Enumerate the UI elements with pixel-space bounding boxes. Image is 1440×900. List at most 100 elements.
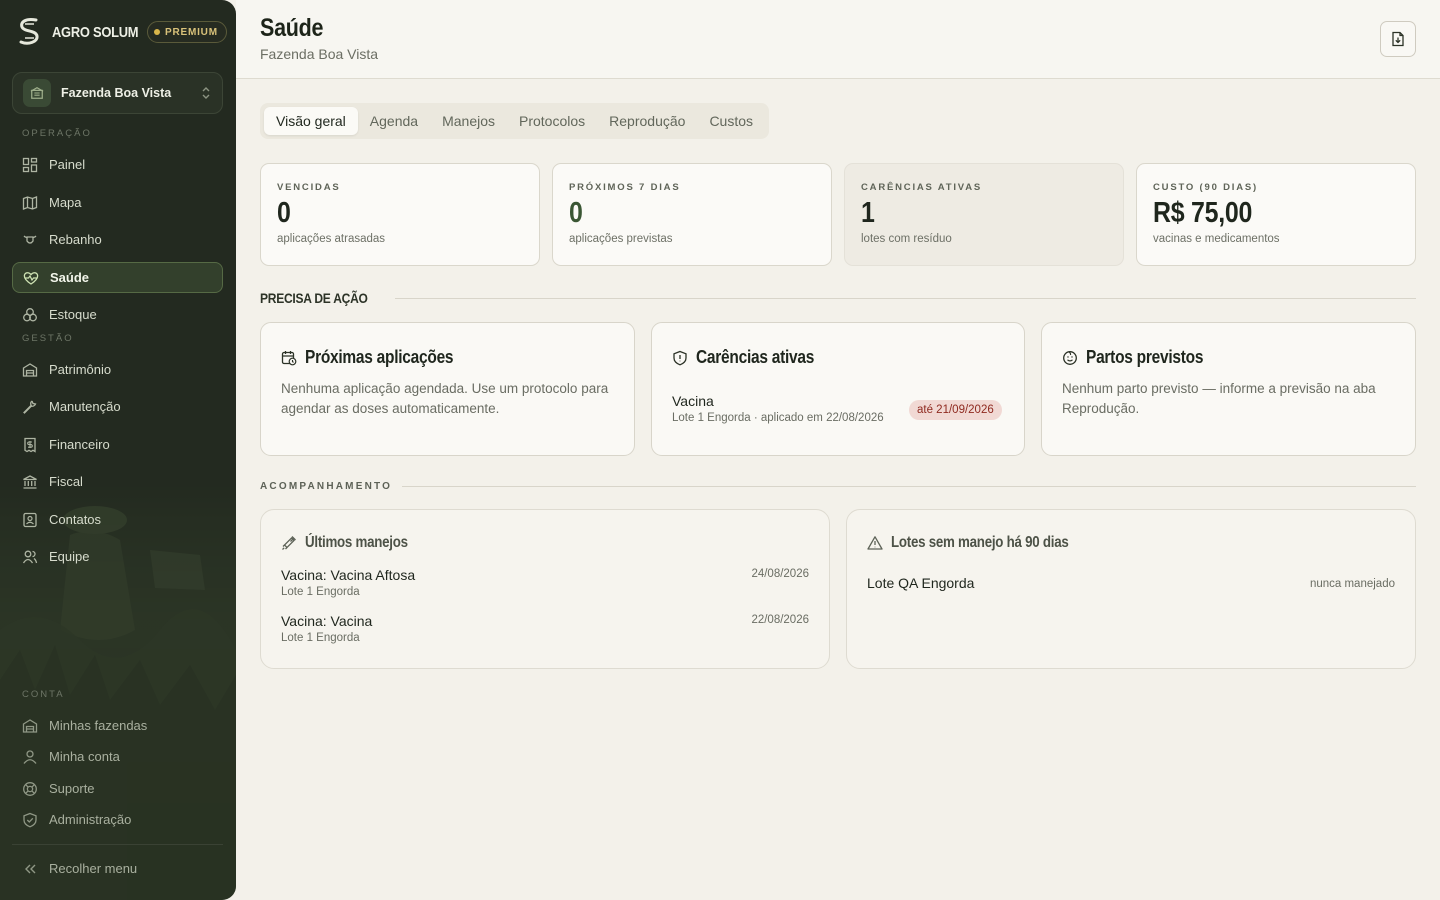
collapse-menu-label: Recolher menu (49, 861, 138, 876)
farm-selector-label: Fazenda Boa Vista (61, 86, 172, 100)
nav-item-minha-conta[interactable]: Minha conta (12, 741, 223, 772)
nav-item-minhas-fazendas[interactable]: Minhas fazendas (12, 710, 223, 741)
card-lotes-sem-manejo: Lotes sem manejo há 90 dias Lote QA Engo… (846, 509, 1416, 669)
section-divider (402, 486, 1416, 487)
manejo-name: Vacina: Vacina Aftosa (281, 567, 416, 583)
nav-label-fiscal: Fiscal (49, 474, 83, 489)
nav-label-equipe: Equipe (49, 549, 90, 564)
carencia-item[interactable]: Vacina Lote 1 Engorda · aplicado em 22/0… (672, 393, 884, 424)
nav-label-suporte: Suporte (49, 781, 95, 796)
stat-value: 0 (569, 197, 583, 229)
nav-item-rebanho[interactable]: Rebanho (12, 224, 223, 255)
nav-item-fiscal[interactable]: Fiscal (12, 466, 223, 497)
farm-selector[interactable]: Fazenda Boa Vista (12, 72, 223, 114)
stat-desc: lotes com resíduo (861, 233, 952, 245)
carencia-item-sub: Lote 1 Engorda · aplicado em 22/08/2026 (672, 412, 884, 424)
sidebar: AGRO SOLUM PREMIUM Fazenda Boa Vista OPE… (0, 0, 236, 900)
lote-status: nunca manejado (1309, 578, 1395, 590)
manejo-row[interactable]: Vacina: Vacina Lote 1 Engorda (281, 613, 372, 644)
card-title: Lotes sem manejo há 90 dias (891, 534, 1069, 551)
tab-custos[interactable]: Custos (697, 107, 765, 135)
chevron-up-down-icon (202, 87, 210, 99)
nav-label-contatos: Contatos (49, 512, 102, 527)
tab-bar: Visão geral Agenda Manejos Protocolos Re… (260, 103, 770, 139)
tab-manejos[interactable]: Manejos (430, 107, 507, 135)
map-icon (22, 195, 38, 210)
nav-label-mapa: Mapa (49, 195, 82, 210)
nav-item-patrimonio[interactable]: Patrimônio (12, 354, 223, 385)
stat-value: R$ 75,00 (1153, 197, 1253, 229)
section-divider (395, 297, 1416, 299)
nav-item-mapa[interactable]: Mapa (12, 187, 223, 218)
nav-item-saude[interactable]: Saúde (12, 262, 223, 293)
nav-label-administracao: Administração (49, 812, 132, 827)
user-icon (23, 749, 37, 764)
shield-icon (673, 350, 687, 365)
sidebar-divider (12, 844, 223, 845)
nav-label-financeiro: Financeiro (49, 437, 110, 452)
lote-name[interactable]: Lote QA Engorda (867, 575, 974, 591)
stat-card-vencidas[interactable]: VENCIDAS 0 aplicações atrasadas (260, 163, 540, 266)
nav-label-manutencao: Manutenção (49, 399, 121, 414)
brand[interactable]: AGRO SOLUM (16, 16, 152, 48)
section-title: PRECISA DE AÇÃO (260, 290, 368, 306)
section-label-conta: CONTA (22, 689, 65, 700)
warning-triangle-icon (867, 536, 883, 550)
nav-label-minha-conta: Minha conta (49, 749, 120, 764)
stat-value: 0 (277, 197, 291, 229)
page-subtitle: Fazenda Boa Vista (260, 46, 379, 62)
manejo-row[interactable]: Vacina: Vacina Aftosa Lote 1 Engorda (281, 567, 415, 598)
export-button[interactable] (1380, 21, 1416, 57)
stat-desc: vacinas e medicamentos (1153, 233, 1280, 245)
card-body-text: Nenhuma aplicação agendada. Use um proto… (281, 381, 609, 416)
nav-item-contatos[interactable]: Contatos (12, 504, 223, 535)
syringe-icon (282, 536, 296, 550)
stat-card-custo-90-dias[interactable]: CUSTO (90 DIAS) R$ 75,00 vacinas e medic… (1136, 163, 1416, 266)
stat-label: PRÓXIMOS 7 DIAS (569, 182, 681, 193)
nav-label-rebanho: Rebanho (49, 232, 102, 247)
nav-item-suporte[interactable]: Suporte (12, 773, 223, 804)
manejo-date: 24/08/2026 (751, 568, 809, 580)
stat-value: 1 (861, 197, 875, 229)
nav-item-financeiro[interactable]: Financeiro (12, 429, 223, 460)
section-label-operacao: OPERAÇÃO (22, 128, 92, 139)
section-acompanhamento: ACOMPANHAMENTO (260, 481, 1416, 492)
nav-item-painel[interactable]: Painel (12, 149, 223, 180)
card-partos-previstos: Partos previstos Nenhum parto previsto —… (1041, 322, 1416, 456)
tab-reproducao[interactable]: Reprodução (597, 107, 697, 135)
tab-protocolos[interactable]: Protocolos (507, 107, 597, 135)
carencia-deadline-badge: até 21/09/2026 (909, 400, 1002, 420)
nav-item-administracao[interactable]: Administração (12, 804, 223, 835)
warehouse-icon (22, 718, 38, 733)
nav-label-minhas-fazendas: Minhas fazendas (49, 718, 148, 733)
stat-label: CARÊNCIAS ATIVAS (861, 182, 982, 193)
lifebuoy-icon (23, 781, 37, 796)
section-label-gestao: GESTÃO (22, 333, 74, 344)
building-icon (22, 362, 38, 377)
card-title: Próximas aplicações (305, 347, 454, 367)
nav-item-equipe[interactable]: Equipe (12, 541, 223, 572)
premium-label: PREMIUM (165, 26, 218, 38)
card-title: Carências ativas (696, 347, 815, 367)
nav-item-manutencao[interactable]: Manutenção (12, 391, 223, 422)
nav-label-patrimonio: Patrimônio (49, 362, 112, 377)
baby-face-icon (1063, 350, 1077, 365)
tab-agenda[interactable]: Agenda (358, 107, 430, 135)
stat-card-carencias-ativas[interactable]: CARÊNCIAS ATIVAS 1 lotes com resíduo (844, 163, 1124, 266)
nav-item-estoque[interactable]: Estoque (12, 299, 223, 330)
bank-icon (23, 474, 37, 489)
brand-name: AGRO SOLUM (52, 23, 139, 41)
stat-desc: aplicações previstas (569, 233, 673, 245)
agro-solum-logo-icon (19, 18, 39, 45)
collapse-menu-button[interactable]: Recolher menu (12, 853, 223, 884)
heart-pulse-icon (23, 271, 39, 285)
cattle-icon (23, 235, 37, 244)
boxes-icon (23, 307, 37, 321)
premium-dot-icon (154, 29, 160, 35)
stat-card-proximos-7-dias[interactable]: PRÓXIMOS 7 DIAS 0 aplicações previstas (552, 163, 832, 266)
section-title: ACOMPANHAMENTO (260, 481, 393, 492)
section-precisa-de-acao: PRECISA DE AÇÃO (260, 290, 1416, 306)
users-icon (22, 550, 38, 563)
farm-building-icon (23, 79, 51, 107)
tab-visao-geral[interactable]: Visão geral (264, 107, 358, 135)
